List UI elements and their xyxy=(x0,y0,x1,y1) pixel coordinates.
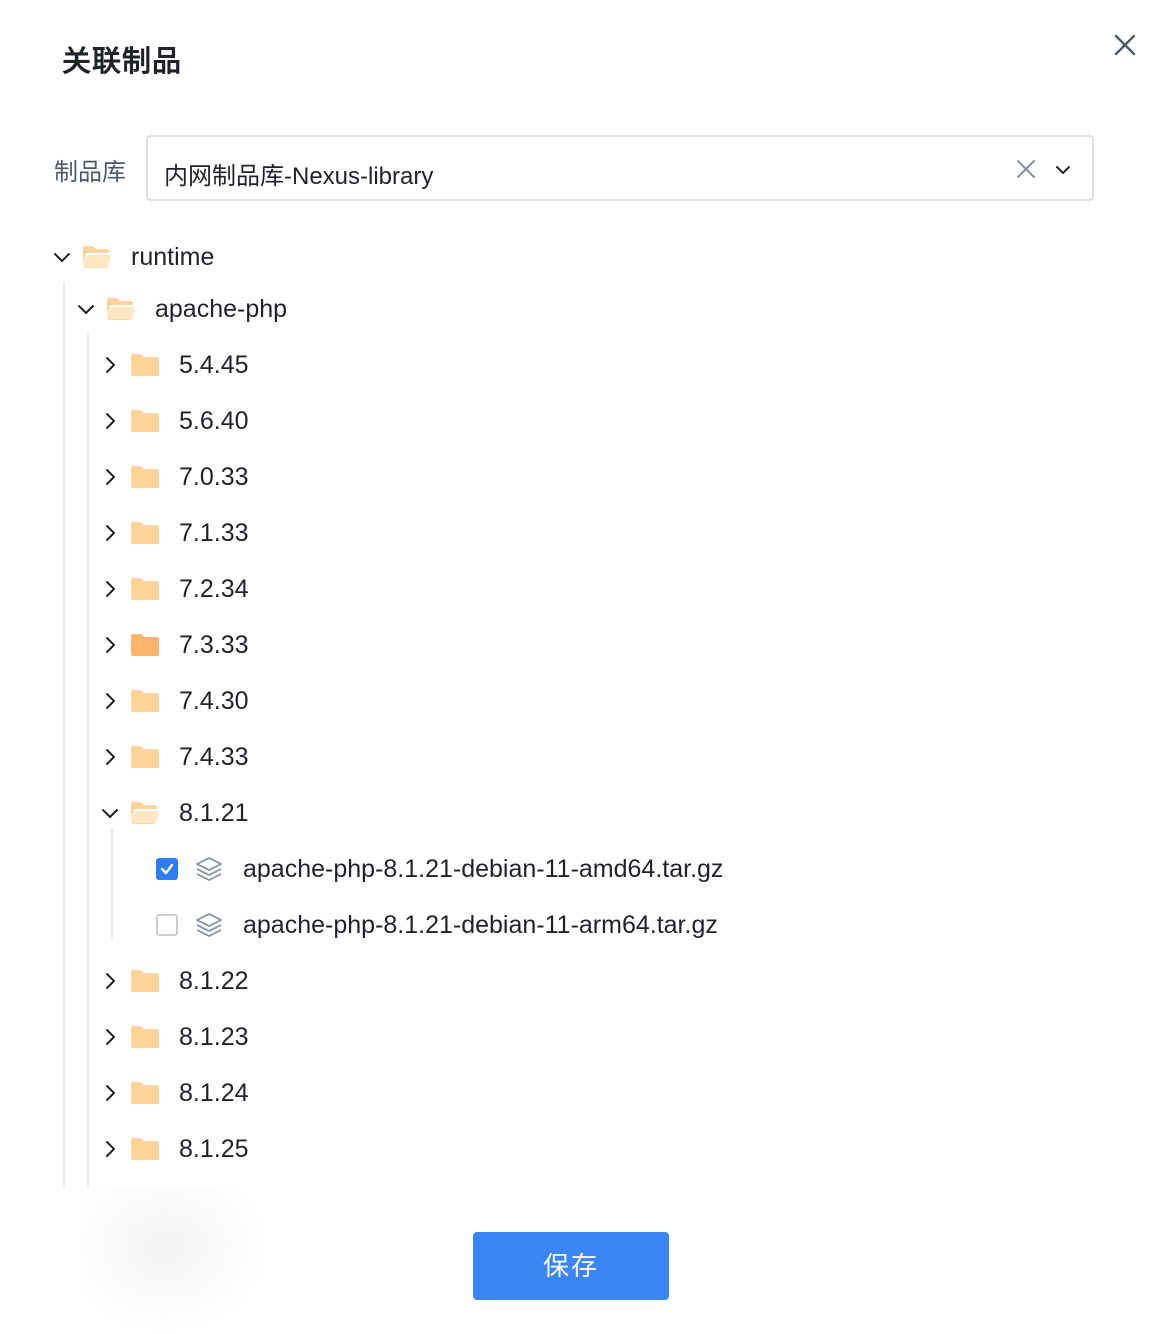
tree-node-version[interactable]: 7.3.33 xyxy=(0,625,1150,665)
folder-open-icon xyxy=(130,801,160,825)
tree-node-version[interactable]: 8.1.22 xyxy=(0,961,1150,1001)
save-button[interactable]: 保存 xyxy=(473,1232,669,1300)
tree-node-runtime[interactable]: runtime xyxy=(0,237,1150,277)
chevron-right-icon[interactable] xyxy=(99,970,121,992)
tree-node-version[interactable]: 8.1.24 xyxy=(0,1073,1150,1113)
tree-node-label: 5.6.40 xyxy=(179,407,249,435)
chevron-right-icon[interactable] xyxy=(99,466,121,488)
chevron-right-icon[interactable] xyxy=(99,1138,121,1160)
tree-node-version[interactable]: 7.0.33 xyxy=(0,457,1150,497)
tree-node-label: 7.4.30 xyxy=(179,687,249,715)
chevron-right-icon[interactable] xyxy=(99,1026,121,1048)
tree-node-label: 8.1.22 xyxy=(179,967,249,995)
tree-node-version-expanded[interactable]: 8.1.21 xyxy=(0,793,1150,833)
chevron-right-icon[interactable] xyxy=(99,690,121,712)
tree-node-label: 8.1.25 xyxy=(179,1135,249,1163)
folder-icon xyxy=(130,409,160,433)
tree-node-label: apache-php xyxy=(155,295,288,323)
tree-node-version[interactable]: 7.2.34 xyxy=(0,569,1150,609)
layers-icon xyxy=(194,854,224,884)
folder-icon xyxy=(130,1081,160,1105)
file-checkbox[interactable] xyxy=(156,858,178,880)
chevron-right-icon[interactable] xyxy=(99,746,121,768)
tree-node-version[interactable]: 5.6.40 xyxy=(0,401,1150,441)
chevron-down-icon[interactable] xyxy=(75,298,97,320)
tree-node-apache-php[interactable]: apache-php xyxy=(0,289,1150,329)
tree-node-label: 5.4.45 xyxy=(179,351,249,379)
folder-open-icon xyxy=(106,297,136,321)
folder-icon xyxy=(130,745,160,769)
folder-icon xyxy=(130,689,160,713)
folder-icon xyxy=(130,465,160,489)
tree-node-label: 7.3.33 xyxy=(179,631,249,659)
chevron-right-icon[interactable] xyxy=(99,1082,121,1104)
chevron-down-icon[interactable] xyxy=(99,802,121,824)
layers-icon xyxy=(194,910,224,940)
tree-node-label: 8.1.21 xyxy=(179,799,249,827)
file-checkbox[interactable] xyxy=(156,914,178,936)
tree-node-version[interactable]: 8.1.25 xyxy=(0,1129,1150,1169)
tree-node-version[interactable]: 7.4.30 xyxy=(0,681,1150,721)
folder-icon xyxy=(130,577,160,601)
file-name: apache-php-8.1.21-debian-11-arm64.tar.gz xyxy=(243,911,718,939)
tree-node-version[interactable]: 7.1.33 xyxy=(0,513,1150,553)
tree-node-label: 7.1.33 xyxy=(179,519,249,547)
folder-open-icon xyxy=(82,245,112,269)
tree-node-label: 7.4.33 xyxy=(179,743,249,771)
scroll-fade xyxy=(80,1188,270,1334)
chevron-right-icon[interactable] xyxy=(99,634,121,656)
artifact-tree: runtime apache-php 5.4.45 5.6.40 7.0.33 7.1.3… xyxy=(0,0,1150,1186)
chevron-right-icon[interactable] xyxy=(99,410,121,432)
folder-icon xyxy=(130,353,160,377)
chevron-down-icon[interactable] xyxy=(51,246,73,268)
tree-node-label: 7.0.33 xyxy=(179,463,249,491)
tree-file-item[interactable]: apache-php-8.1.21-debian-11-amd64.tar.gz xyxy=(0,849,1150,889)
folder-icon xyxy=(130,633,160,657)
folder-icon xyxy=(130,969,160,993)
chevron-right-icon[interactable] xyxy=(99,578,121,600)
tree-node-label: 8.1.24 xyxy=(179,1079,249,1107)
folder-icon xyxy=(130,521,160,545)
tree-node-label: runtime xyxy=(131,243,215,271)
tree-node-version[interactable]: 5.4.45 xyxy=(0,345,1150,385)
tree-node-version[interactable]: 8.1.23 xyxy=(0,1017,1150,1057)
folder-icon xyxy=(130,1137,160,1161)
chevron-right-icon[interactable] xyxy=(99,522,121,544)
folder-icon xyxy=(130,1025,160,1049)
tree-node-version[interactable]: 7.4.33 xyxy=(0,737,1150,777)
tree-file-item[interactable]: apache-php-8.1.21-debian-11-arm64.tar.gz xyxy=(0,905,1150,945)
tree-node-label: 8.1.23 xyxy=(179,1023,249,1051)
tree-node-label: 7.2.34 xyxy=(179,575,249,603)
file-name: apache-php-8.1.21-debian-11-amd64.tar.gz xyxy=(243,855,724,883)
chevron-right-icon[interactable] xyxy=(99,354,121,376)
